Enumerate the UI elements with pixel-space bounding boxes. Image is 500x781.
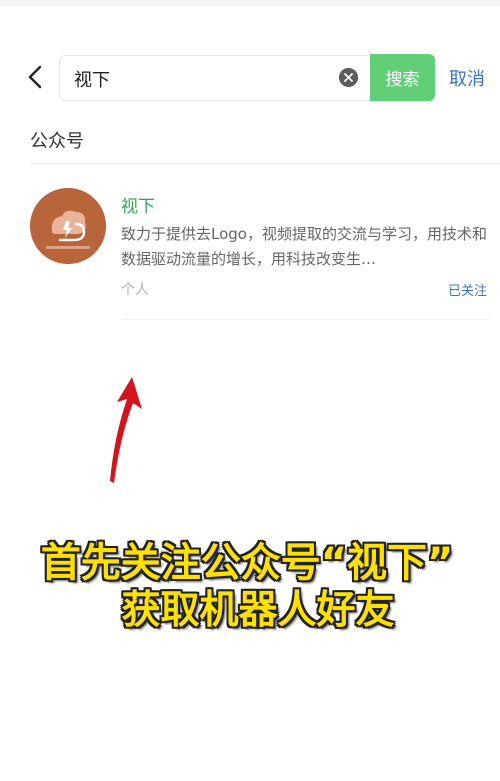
card-divider — [121, 319, 490, 320]
search-input[interactable] — [72, 56, 336, 102]
back-chevron-icon[interactable] — [24, 64, 48, 90]
account-avatar[interactable] — [30, 188, 106, 264]
search-button[interactable]: 搜索 — [370, 54, 435, 101]
red-arrow-up-icon — [110, 377, 142, 483]
account-description: 致力于提供去Logo，视频提取的交流与学习，用技术和数据驱动流量的增长，用科技改… — [121, 225, 487, 268]
account-result-item[interactable]: 视下 致力于提供去Logo，视频提取的交流与学习，用技术和数据驱动流量的增长，用… — [0, 170, 500, 320]
avatar-logo-icon — [30, 188, 106, 264]
section-divider — [30, 163, 500, 164]
account-name[interactable]: 视下 — [121, 192, 155, 217]
search-box[interactable] — [59, 55, 370, 102]
section-title-official-accounts: 公众号 — [30, 131, 84, 152]
status-bar-strip — [0, 0, 500, 6]
clear-icon[interactable] — [339, 68, 358, 87]
account-type-label: 个人 — [121, 282, 149, 298]
cancel-button[interactable]: 取消 — [449, 65, 485, 91]
caption-line-2: 获取机器人好友 — [121, 588, 395, 633]
followed-status-badge: 已关注 — [448, 284, 488, 299]
